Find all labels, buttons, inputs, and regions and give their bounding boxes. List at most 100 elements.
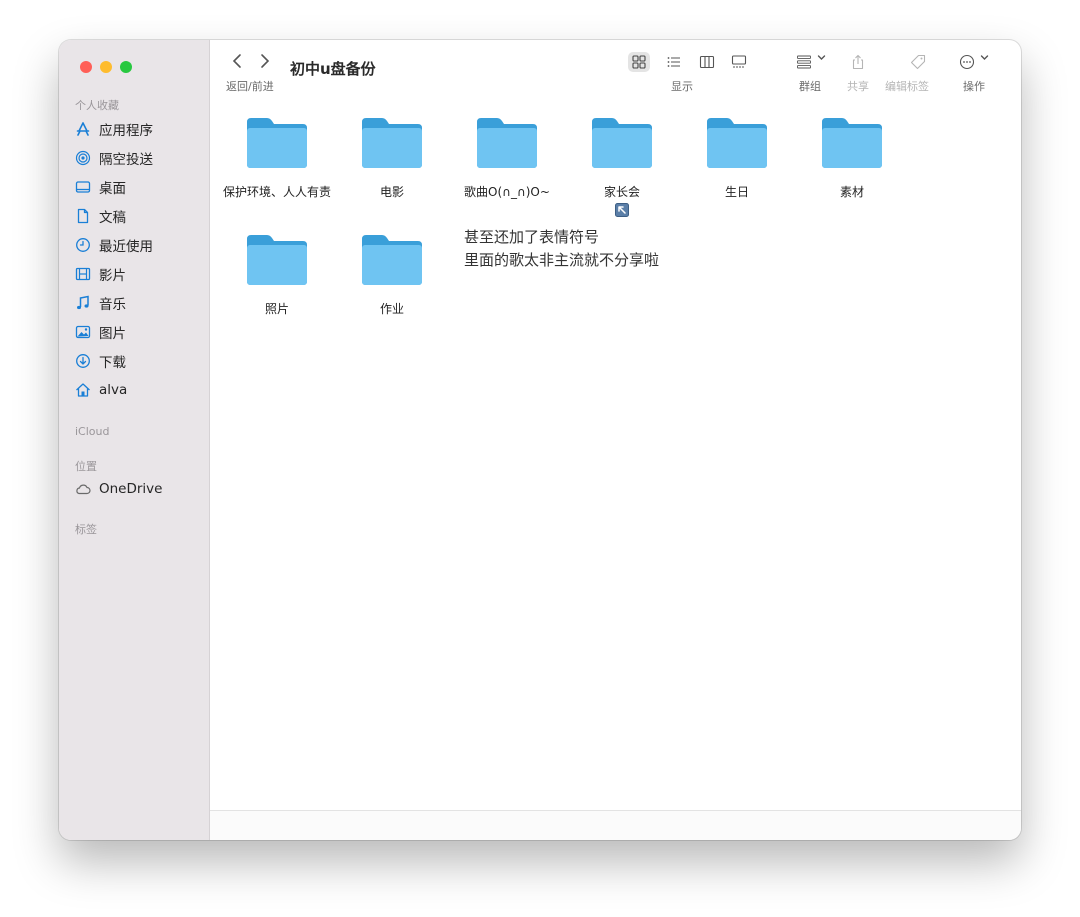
finder-window: 个人收藏 应用程序 隔空投送 桌面 文稿 最近使用 影片 音乐 图片 下载 al… [59,40,1021,840]
download-icon [75,353,91,369]
folder-item[interactable]: 照片 [223,233,331,317]
film-icon [75,266,91,282]
folder-icon [822,118,882,168]
folder-item[interactable]: 电影 [338,116,446,200]
grid-icon [632,55,646,69]
annotation-line: 甚至还加了表情符号 [464,228,600,246]
action-button[interactable] [956,52,978,72]
share-button[interactable] [847,52,869,72]
chevron-down-icon [817,53,826,65]
column-view-button[interactable] [696,52,718,72]
sidebar-item-airdrop[interactable]: 隔空投送 [75,147,153,169]
forward-button[interactable] [257,52,271,75]
sidebar-item-label: alva [99,382,128,398]
sidebar-item-documents[interactable]: 文稿 [75,205,126,227]
chevron-left-icon [232,54,241,68]
folder-label: 保护环境、人人有责 [223,185,332,199]
folder-label: 生日 [724,185,749,199]
list-view-button[interactable] [663,52,685,72]
cloud-icon [75,481,91,497]
desktop-icon [75,179,91,195]
share-label: 共享 [847,80,869,93]
sidebar-item-desktop[interactable]: 桌面 [75,176,126,198]
music-note-icon [75,295,91,311]
folder-icon [477,118,537,168]
airdrop-icon [75,150,91,166]
alias-arrow-icon [615,203,629,217]
annotation-line: 里面的歌太非主流就不分享啦 [464,251,660,269]
sidebar-item-label: 影片 [99,268,126,284]
close-window-button[interactable] [80,61,92,73]
view-label: 显示 [671,80,693,93]
sidebar-item-label: 应用程序 [99,123,153,139]
folder-icon [247,235,307,285]
columns-icon [699,55,715,69]
sidebar-item-downloads[interactable]: 下载 [75,350,126,372]
folder-label: 家长会 [603,185,640,199]
chevron-down-icon [980,53,989,65]
sidebar-section-locations: 位置 [75,460,97,473]
tag-icon [910,54,926,70]
chevron-right-icon [261,54,270,68]
sidebar-item-label: 最近使用 [99,239,153,255]
sidebar-section-tags: 标签 [75,523,97,536]
sidebar-section-favorites: 个人收藏 [75,99,119,112]
folder-label: 电影 [379,185,404,199]
sidebar-item-movies[interactable]: 影片 [75,263,126,285]
sidebar-item-label: 下载 [99,355,126,371]
group-label: 群组 [799,80,821,93]
sidebar-item-home[interactable]: alva [75,379,127,401]
sidebar-item-recents[interactable]: 最近使用 [75,234,153,256]
icon-view-button[interactable] [628,52,650,72]
folder-label: 素材 [839,185,864,199]
gallery-icon [731,55,747,68]
folder-item[interactable]: 作业 [338,233,446,317]
sidebar-item-pictures[interactable]: 图片 [75,321,126,343]
list-icon [667,57,680,67]
folder-item[interactable]: 生日 [683,116,791,200]
recents-clock-icon [75,237,91,253]
minimize-window-button[interactable] [100,61,112,73]
back-forward-label: 返回/前进 [226,80,274,93]
sidebar-item-label: 桌面 [99,181,126,197]
folder-icon [247,118,307,168]
group-icon [797,55,811,69]
toolbar: 返回/前进 初中u盘备份 显示 群组 共享 编辑标签 操作 [210,40,1021,102]
sidebar: 个人收藏 应用程序 隔空投送 桌面 文稿 最近使用 影片 音乐 图片 下载 al… [59,40,210,840]
edit-tags-button[interactable] [907,52,929,72]
sidebar-item-label: 音乐 [99,297,126,313]
document-icon [75,208,91,224]
gallery-view-button[interactable] [728,52,750,72]
annotation-text: 甚至还加了表情符号 里面的歌太非主流就不分享啦 [464,226,659,272]
folder-label: 歌曲O(∩_∩)O~ [464,185,550,199]
back-button[interactable] [231,52,245,75]
sidebar-item-applications[interactable]: 应用程序 [75,118,153,140]
sidebar-section-icloud: iCloud [75,425,110,438]
file-grid: 保护环境、人人有责 电影 歌曲O(∩_∩)O~ 家长会 生日 素材 照片 作业 … [210,102,1021,810]
folder-icon [362,235,422,285]
applications-icon [75,121,91,137]
sidebar-item-label: 隔空投送 [99,152,153,168]
folder-label: 作业 [379,302,404,316]
window-title: 初中u盘备份 [290,60,376,78]
group-button[interactable] [793,52,815,72]
sidebar-item-onedrive[interactable]: OneDrive [75,478,162,500]
share-icon [852,54,864,70]
folder-item[interactable]: 家长会 [568,116,676,200]
sidebar-item-label: 图片 [99,326,126,342]
edit-tags-label: 编辑标签 [885,80,929,93]
folder-item[interactable]: 素材 [798,116,906,200]
folder-item[interactable]: 保护环境、人人有责 [223,116,331,200]
window-controls [80,61,132,73]
folder-item[interactable]: 歌曲O(∩_∩)O~ [453,116,561,200]
folder-icon [592,118,652,168]
sidebar-item-music[interactable]: 音乐 [75,292,126,314]
home-icon [75,382,91,398]
sidebar-item-label: 文稿 [99,210,126,226]
folder-icon [362,118,422,168]
more-icon [959,54,975,70]
zoom-window-button[interactable] [120,61,132,73]
action-label: 操作 [963,80,985,93]
status-bar [210,810,1021,840]
picture-icon [75,324,91,340]
